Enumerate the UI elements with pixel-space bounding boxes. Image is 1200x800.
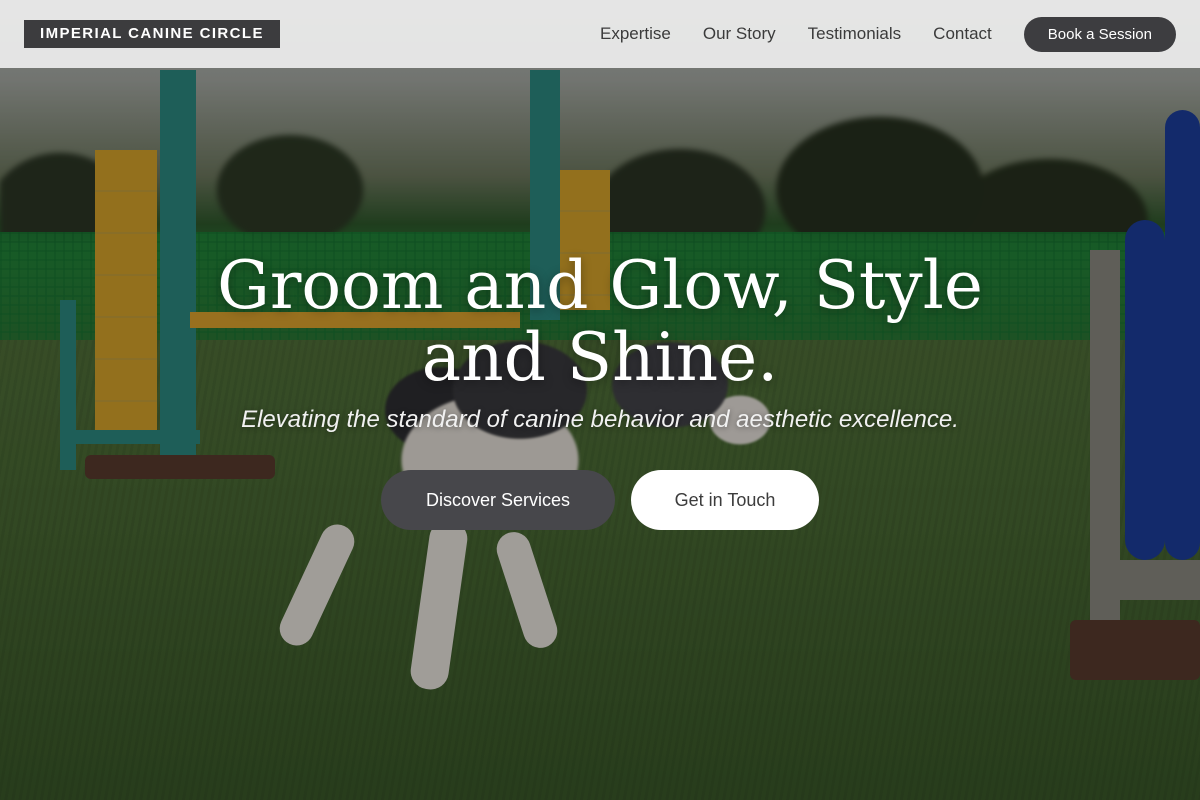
nav-link-testimonials[interactable]: Testimonials	[808, 24, 902, 44]
nav-link-expertise[interactable]: Expertise	[600, 24, 671, 44]
book-session-button[interactable]: Book a Session	[1023, 16, 1176, 52]
site-header: IMPERIAL CANINE CIRCLE Expertise Our Sto…	[0, 0, 1200, 68]
main-navigation: Expertise Our Story Testimonials Contact…	[568, 16, 1176, 52]
brand-logo[interactable]: IMPERIAL CANINE CIRCLE	[24, 20, 280, 48]
nav-link-our-story[interactable]: Our Story	[703, 24, 776, 44]
nav-link-contact[interactable]: Contact	[933, 24, 992, 44]
hero-button-group: Discover Services Get in Touch	[0, 470, 1200, 530]
get-in-touch-button[interactable]: Get in Touch	[631, 470, 819, 530]
hero-section: Groom and Glow, Style and Shine. Elevati…	[0, 250, 1200, 530]
hero-subheadline: Elevating the standard of canine behavio…	[241, 406, 959, 433]
discover-services-button[interactable]: Discover Services	[381, 470, 615, 530]
hero-headline: Groom and Glow, Style and Shine.	[217, 247, 983, 396]
